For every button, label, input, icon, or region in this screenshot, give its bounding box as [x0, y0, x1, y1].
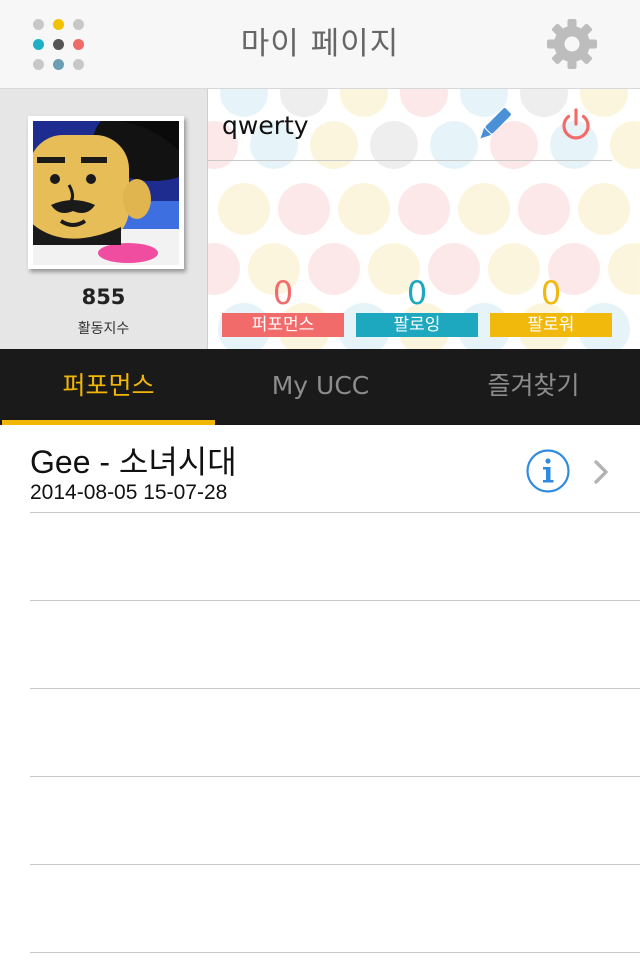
list-item-empty: [0, 601, 640, 689]
info-button[interactable]: [525, 448, 571, 494]
tab-favorites[interactable]: 즐겨찾기: [427, 349, 640, 425]
list-item-date: 2014-08-05 15-07-28: [30, 481, 228, 504]
stat-followers-count: 0: [540, 274, 562, 312]
avatar-image: [33, 121, 179, 265]
stat-performance[interactable]: 0 퍼포먼스: [222, 275, 344, 337]
settings-button[interactable]: [544, 16, 600, 72]
list-item-empty: [0, 513, 640, 601]
tab-my-ucc[interactable]: My UCC: [214, 349, 427, 425]
stat-following-label: 팔로잉: [356, 313, 478, 337]
gear-icon: [547, 19, 597, 69]
top-nav-bar: 마이 페이지: [0, 0, 640, 89]
activity-score: 855: [81, 285, 126, 309]
list-item-empty: [0, 865, 640, 953]
avatar[interactable]: [28, 116, 184, 269]
stat-performance-label: 퍼포먼스: [222, 313, 344, 337]
performance-list: Gee - 소녀시대 2014-08-05 15-07-28: [0, 425, 640, 953]
stat-followers[interactable]: 0 팔로워: [490, 275, 612, 337]
pencil-icon: [480, 108, 511, 139]
profile-right-panel: qwerty 0 퍼포먼스 0 팔로잉 0 팔로워: [208, 89, 640, 349]
list-item[interactable]: Gee - 소녀시대 2014-08-05 15-07-28: [0, 425, 640, 513]
activity-score-label: 활동지수: [77, 321, 130, 337]
tab-performance[interactable]: 퍼포먼스: [2, 349, 215, 425]
stat-following-count: 0: [406, 274, 428, 312]
profile-section: 855 활동지수 qwerty 0 퍼포먼스 0 팔로잉 0 팔로워: [0, 89, 640, 349]
list-item-empty: [0, 689, 640, 777]
info-icon: [526, 449, 570, 493]
tab-bar: 퍼포먼스 My UCC 즐겨찾기: [0, 349, 640, 425]
stat-performance-count: 0: [272, 274, 294, 312]
profile-left-panel: 855 활동지수: [0, 89, 208, 349]
logout-button[interactable]: [558, 107, 594, 143]
list-item-empty: [0, 777, 640, 865]
power-icon: [562, 108, 590, 140]
divider: [208, 160, 612, 161]
chevron-right-icon: [592, 459, 610, 485]
stat-followers-label: 팔로워: [490, 313, 612, 337]
row-separator: [30, 952, 640, 953]
list-item-title: Gee - 소녀시대: [30, 444, 237, 480]
stat-following[interactable]: 0 팔로잉: [356, 275, 478, 337]
username: qwerty: [222, 111, 309, 140]
edit-profile-button[interactable]: [476, 107, 512, 143]
